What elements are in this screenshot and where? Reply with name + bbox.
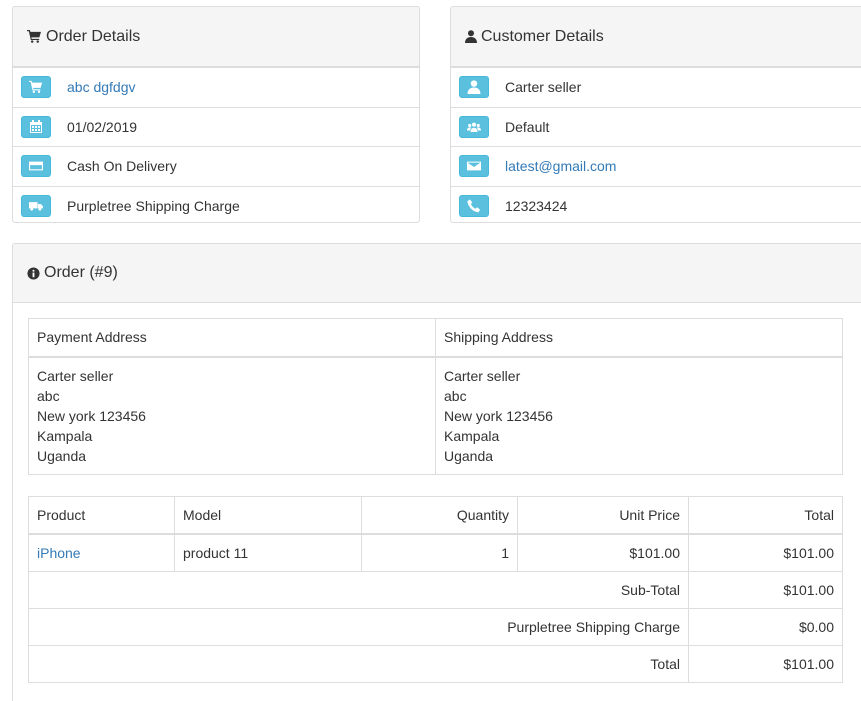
customer-phone: 12323424 [505, 197, 568, 214]
order-store-row: abc dgfdgv [13, 67, 419, 107]
info-circle-icon [27, 266, 40, 280]
payment-address-header: Payment Address [28, 318, 436, 358]
order-panel: Order (#9) Payment Address Shipping Addr… [12, 243, 861, 701]
products-table: Product Model Quantity Unit Price Total … [28, 495, 843, 683]
user-icon[interactable] [459, 76, 489, 99]
address-table: Payment Address Shipping Address Carter … [28, 318, 843, 475]
payment-method: Cash On Delivery [67, 158, 177, 175]
address-line: Uganda [444, 447, 494, 464]
order-date: 01/02/2019 [67, 118, 138, 135]
grand-total-label: Total [28, 644, 689, 683]
customer-email-row: latest@gmail.com [451, 146, 861, 186]
quantity-column-header: Quantity [361, 495, 518, 535]
user-icon [465, 30, 477, 43]
product-column-header: Product [28, 495, 175, 535]
order-details-title: Order Details [27, 28, 140, 46]
grand-total-row: Total $101.00 [28, 644, 843, 683]
order-date-row: 01/02/2019 [13, 106, 419, 147]
shopping-cart-icon [27, 30, 42, 43]
order-details-title-text: Order Details [46, 27, 141, 45]
order-title: Order (#9) [27, 264, 118, 282]
address-line: Carter seller [37, 367, 114, 384]
customer-details-panel: Customer Details Carter seller Default l… [450, 6, 861, 223]
customer-email-link[interactable]: latest@gmail.com [505, 158, 616, 174]
product-link[interactable]: iPhone [37, 545, 81, 561]
address-line: abc [444, 387, 467, 404]
total-cell: $101.00 [688, 533, 843, 572]
customer-group: Default [505, 118, 550, 135]
order-body: Payment Address Shipping Address Carter … [13, 303, 861, 698]
order-heading: Order (#9) [13, 244, 861, 303]
model-cell: product 11 [174, 533, 362, 572]
address-line: New york 123456 [37, 407, 146, 424]
envelope-icon[interactable] [459, 155, 489, 178]
phone-icon[interactable] [459, 194, 489, 217]
customer-name-row: Carter seller [451, 67, 861, 107]
customer-name: Carter seller [505, 79, 582, 96]
customer-phone-row: 12323424 [451, 185, 861, 223]
credit-card-icon[interactable] [21, 155, 51, 178]
address-line: Uganda [37, 447, 87, 464]
quantity-cell: 1 [361, 533, 518, 572]
shipping-total-row: Purpletree Shipping Charge $0.00 [28, 607, 843, 646]
calendar-icon[interactable] [21, 115, 51, 138]
unit-price-column-header: Unit Price [517, 495, 689, 535]
address-row: Carter seller abc New york 123456 Kampal… [28, 356, 843, 475]
order-details-panel: Order Details abc dgfdgv 01/02/2019 Cash… [12, 6, 420, 223]
subtotal-value: $101.00 [688, 570, 843, 609]
customer-details-title: Customer Details [465, 28, 604, 46]
shipping-total-label: Purpletree Shipping Charge [28, 607, 689, 646]
model-column-header: Model [174, 495, 362, 535]
truck-icon[interactable] [21, 194, 51, 217]
products-header-row: Product Model Quantity Unit Price Total [28, 495, 843, 535]
shopping-cart-icon[interactable] [21, 76, 51, 99]
customer-details-title-text: Customer Details [481, 27, 604, 45]
shipping-address-header: Shipping Address [435, 318, 843, 358]
address-line: Kampala [444, 427, 500, 444]
address-line: New york 123456 [444, 407, 553, 424]
total-column-header: Total [688, 495, 843, 535]
address-line: Kampala [37, 427, 93, 444]
payment-address: Carter seller abc New york 123456 Kampal… [28, 356, 436, 475]
customer-group-row: Default [451, 106, 861, 147]
order-title-text: Order (#9) [44, 264, 118, 281]
customer-details-heading: Customer Details [451, 7, 861, 67]
product-cell: iPhone [28, 533, 175, 572]
order-details-heading: Order Details [13, 7, 419, 67]
shipping-address: Carter seller abc New york 123456 Kampal… [435, 356, 843, 475]
address-line: Carter seller [444, 367, 521, 384]
store-link[interactable]: abc dgfdgv [67, 79, 136, 95]
address-header-row: Payment Address Shipping Address [28, 318, 843, 358]
subtotal-row: Sub-Total $101.00 [28, 570, 843, 609]
shipping-total-value: $0.00 [688, 607, 843, 646]
unit-price-cell: $101.00 [517, 533, 689, 572]
shipping-method-row: Purpletree Shipping Charge [13, 185, 419, 223]
group-icon[interactable] [459, 115, 489, 138]
grand-total-value: $101.00 [688, 644, 843, 683]
table-row: iPhone product 11 1 $101.00 $101.00 [28, 533, 843, 572]
address-line: abc [37, 387, 60, 404]
shipping-method: Purpletree Shipping Charge [67, 197, 240, 214]
payment-method-row: Cash On Delivery [13, 146, 419, 186]
subtotal-label: Sub-Total [28, 570, 689, 609]
